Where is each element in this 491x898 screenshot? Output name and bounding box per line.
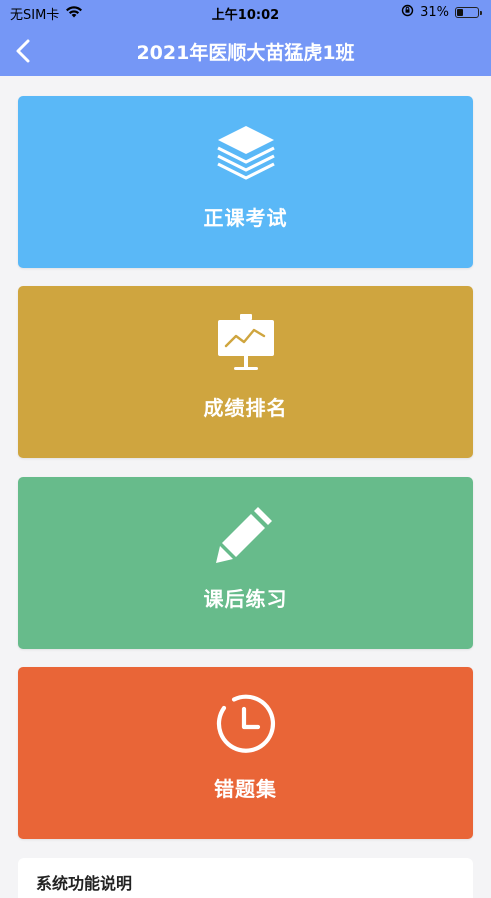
mistakes-card[interactable]: 错题集 [18,667,473,839]
page-title: 2021年医顺大苗猛虎1班 [136,42,355,64]
battery-icon [455,7,482,18]
pencil-icon [18,501,473,565]
back-button[interactable] [8,34,42,68]
orientation-lock-icon [401,4,414,21]
practice-card[interactable]: 课后练习 [18,477,473,649]
ranking-card-label: 成绩排名 [203,396,288,420]
mistakes-card-label: 错题集 [214,777,277,801]
status-right: 31% [401,4,482,21]
practice-card-label: 课后练习 [203,587,288,611]
status-bar: 无SIM卡 上午10:02 31% [0,0,491,26]
function-description-panel: 系统功能说明 [18,858,473,898]
exam-card[interactable]: 正课考试 [18,96,473,268]
presentation-chart-icon [18,310,473,374]
nav-bar: 2021年医顺大苗猛虎1班 [0,26,491,76]
function-description-title: 系统功能说明 [36,874,133,893]
layers-icon [18,120,473,184]
battery-percent: 31% [420,5,449,20]
chevron-left-icon [16,39,30,63]
ranking-card[interactable]: 成绩排名 [18,286,473,458]
battery-fill [457,9,463,16]
clock-icon [18,691,473,755]
exam-card-label: 正课考试 [203,206,288,230]
